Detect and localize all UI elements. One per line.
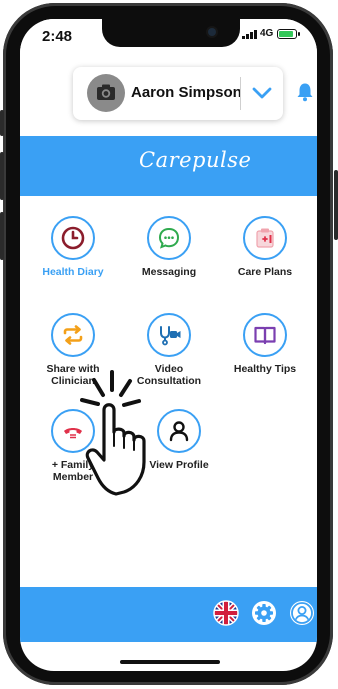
account-icon[interactable] (289, 600, 315, 626)
uk-flag-icon[interactable] (213, 600, 239, 626)
bell-icon[interactable] (296, 82, 314, 107)
menu-healthy-tips[interactable]: Healthy Tips (216, 313, 314, 375)
home-indicator (120, 660, 220, 664)
camera-icon[interactable] (87, 74, 125, 112)
chevron-down-icon[interactable] (251, 82, 273, 109)
settings-icon[interactable] (251, 600, 277, 626)
app-screen: 2:48 4G Aaron Simpson Carepulse Health D… (20, 19, 317, 671)
book-icon (243, 313, 287, 357)
user-name: Aaron Simpson (131, 84, 242, 101)
tap-hand-icon (76, 370, 186, 505)
battery-tip (298, 32, 300, 36)
chat-icon (147, 216, 191, 260)
front-camera (208, 28, 216, 36)
network-label: 4G (260, 28, 274, 39)
notch (102, 19, 240, 47)
care-plan-icon (243, 216, 287, 260)
app-logo: Carepulse (139, 148, 252, 172)
menu-messaging[interactable]: Messaging (120, 216, 218, 278)
menu-label: Messaging (141, 266, 197, 278)
signal-icon (242, 30, 257, 39)
status-time: 2:48 (42, 28, 73, 45)
share-arrows-icon (51, 313, 95, 357)
menu-care-plans[interactable]: Care Plans (216, 216, 314, 278)
mute-switch (0, 110, 4, 136)
volume-up-button (0, 152, 4, 200)
status-bar: 2:48 4G (20, 19, 317, 57)
user-selector[interactable]: Aaron Simpson (73, 67, 283, 120)
menu-label: Healthy Tips (233, 363, 297, 375)
menu-health-diary[interactable]: Health Diary (24, 216, 122, 278)
volume-down-button (0, 212, 4, 260)
user-card-divider (240, 77, 241, 110)
video-stethoscope-icon (147, 313, 191, 357)
battery-icon (277, 29, 297, 39)
menu-label: Health Diary (42, 266, 104, 278)
clock-icon (51, 216, 95, 260)
battery-level (279, 31, 293, 37)
menu-label: Care Plans (237, 266, 293, 278)
power-button (334, 170, 338, 240)
